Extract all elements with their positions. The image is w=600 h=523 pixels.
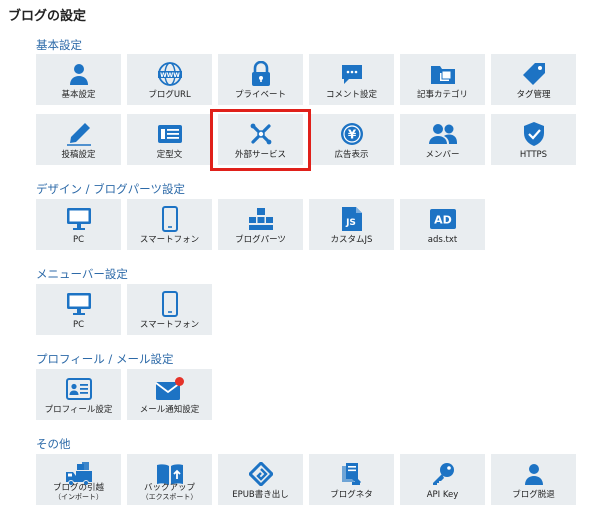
tile-ads-txt[interactable]: AD ads.txt	[400, 199, 485, 250]
tile-design-smartphone[interactable]: スマートフォン	[127, 199, 212, 250]
person-icon	[36, 62, 121, 86]
key-icon	[400, 462, 485, 486]
external-services-icon	[218, 122, 303, 146]
tile-post-settings[interactable]: 投稿設定	[36, 114, 121, 165]
svg-text:¥: ¥	[347, 128, 356, 142]
template-icon	[127, 122, 212, 146]
tile-https[interactable]: HTTPS	[491, 114, 576, 165]
lock-icon	[218, 61, 303, 86]
svg-text:JS: JS	[345, 218, 356, 228]
tile-backup-export[interactable]: バックアップ （エクスポート）	[127, 454, 212, 505]
svg-text:WWW: WWW	[160, 72, 180, 79]
members-icon	[400, 122, 485, 146]
page-title: ブログの設定	[8, 9, 87, 24]
section-title-menubar: メニューバー設定	[36, 267, 128, 281]
tile-custom-js[interactable]: JS カスタムJS	[309, 199, 394, 250]
tile-leave-blog[interactable]: ブログ脱退	[491, 454, 576, 505]
profile-card-icon	[36, 377, 121, 401]
monitor-icon	[36, 292, 121, 316]
tile-external-services[interactable]: 外部サービス	[218, 114, 303, 165]
tile-design-pc[interactable]: PC	[36, 199, 121, 250]
pencil-icon	[36, 122, 121, 146]
tile-epub-export[interactable]: EPUB書き出し	[218, 454, 303, 505]
section-title-basic: 基本設定	[36, 38, 82, 52]
blog-parts-icon	[218, 207, 303, 231]
tile-sublabel: （エクスポート）	[141, 493, 198, 501]
tile-article-category[interactable]: 記事カテゴリ	[400, 54, 485, 105]
tile-ad-display[interactable]: ¥ 広告表示	[309, 114, 394, 165]
folder-icon	[400, 62, 485, 86]
ad-icon: AD	[400, 207, 485, 231]
shield-check-icon	[491, 122, 576, 146]
section-title-design: デザイン / ブログパーツ設定	[36, 182, 185, 196]
comment-icon	[309, 62, 394, 86]
tile-sublabel: （インポート）	[54, 493, 103, 501]
tile-members[interactable]: メンバー	[400, 114, 485, 165]
tile-blog-url[interactable]: WWW ブログURL	[127, 54, 212, 105]
smartphone-icon	[127, 206, 212, 232]
tile-profile-settings[interactable]: プロフィール設定	[36, 369, 121, 420]
mail-notification-icon	[127, 377, 212, 401]
tile-comment-settings[interactable]: コメント設定	[309, 54, 394, 105]
tile-mail-notification[interactable]: メール通知設定	[127, 369, 212, 420]
globe-www-icon: WWW	[127, 62, 212, 86]
tile-blog-topics[interactable]: ブログネタ	[309, 454, 394, 505]
blog-topics-icon	[309, 462, 394, 486]
tile-menubar-pc[interactable]: PC	[36, 284, 121, 335]
leave-person-icon	[491, 462, 576, 486]
tile-template-text[interactable]: 定型文	[127, 114, 212, 165]
tile-menubar-smartphone[interactable]: スマートフォン	[127, 284, 212, 335]
svg-text:AD: AD	[434, 214, 452, 227]
smartphone-icon	[127, 291, 212, 317]
epub-icon	[218, 462, 303, 486]
tile-blog-parts[interactable]: ブログパーツ	[218, 199, 303, 250]
tile-tag-management[interactable]: タグ管理	[491, 54, 576, 105]
tile-private[interactable]: プライベート	[218, 54, 303, 105]
tile-basic-settings[interactable]: 基本設定	[36, 54, 121, 105]
tile-label: ブログの引越	[52, 483, 104, 493]
tag-icon	[491, 62, 576, 86]
tile-api-key[interactable]: API Key	[400, 454, 485, 505]
section-title-profile: プロフィール / メール設定	[36, 352, 174, 366]
section-title-other: その他	[36, 437, 71, 451]
tile-label: バックアップ	[143, 483, 195, 493]
tile-blog-import[interactable]: ブログの引越 （インポート）	[36, 454, 121, 505]
monitor-icon	[36, 207, 121, 231]
js-file-icon: JS	[309, 207, 394, 231]
yen-coin-icon: ¥	[309, 122, 394, 146]
